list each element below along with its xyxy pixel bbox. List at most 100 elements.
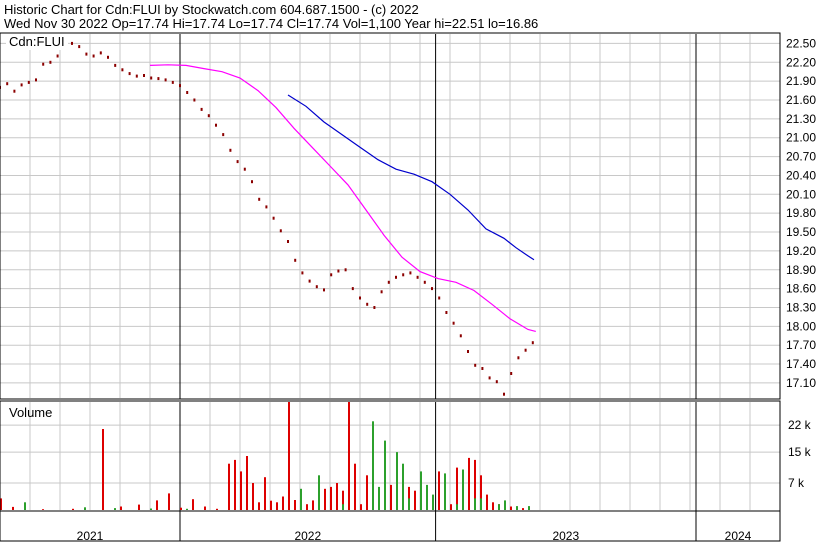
price-point: [207, 114, 210, 118]
price-point: [279, 229, 282, 233]
price-point: [531, 341, 534, 345]
volume-bar: [426, 484, 428, 510]
price-point: [179, 84, 181, 88]
volume-tick-label: 22 k: [788, 418, 812, 432]
price-point: [186, 91, 189, 94]
volume-bar: [246, 456, 248, 510]
price-point: [164, 78, 167, 82]
volume-bar: [456, 504, 458, 510]
price-tick-label: 21.60: [786, 93, 816, 107]
price-point: [222, 133, 225, 137]
price-point: [474, 363, 477, 367]
volume-bar: [528, 506, 530, 510]
volume-bar: [336, 483, 338, 510]
price-point: [294, 258, 297, 262]
volume-bar: [420, 471, 422, 510]
price-point: [99, 51, 102, 55]
price-point: [452, 321, 455, 325]
price-point: [366, 302, 369, 306]
volume-tick-label: 7 k: [788, 476, 805, 490]
price-point: [337, 269, 340, 273]
price-point: [459, 334, 462, 338]
price-point: [85, 52, 88, 56]
volume-bar: [462, 469, 464, 510]
volume-bar: [360, 504, 362, 510]
price-tick-label: 20.10: [786, 187, 816, 201]
chart-header-line1: Historic Chart for Cdn:FLUI by Stockwatc…: [4, 2, 419, 17]
volume-bar: [450, 504, 452, 510]
volume-bar: [114, 508, 116, 510]
price-point: [20, 83, 23, 87]
price-point: [402, 273, 405, 277]
volume-bar: [168, 493, 170, 510]
price-point: [495, 380, 498, 384]
volume-bar: [186, 508, 188, 510]
price-point: [143, 74, 145, 77]
price-point: [272, 216, 275, 220]
volume-bar: [276, 502, 278, 510]
chart-header-line2: Wed Nov 30 2022 Op=17.74 Hi=17.74 Lo=17.…: [4, 16, 538, 31]
volume-bar: [312, 500, 314, 510]
price-point: [265, 205, 268, 209]
price-tick-label: 19.80: [786, 206, 816, 220]
year-label: 2022: [294, 529, 321, 543]
volume-panel-label: Volume: [9, 405, 52, 420]
volume-bar: [354, 463, 356, 510]
price-point: [351, 287, 354, 291]
volume-bar: [150, 508, 152, 510]
volume-bar: [282, 496, 284, 510]
price-tick-label: 17.10: [786, 376, 816, 390]
price-point: [517, 356, 520, 360]
volume-bar: [372, 421, 374, 510]
volume-bar: [330, 486, 332, 510]
price-point: [330, 273, 333, 277]
volume-bar: [120, 506, 122, 510]
stock-chart: Historic Chart for Cdn:FLUI by Stockwatc…: [0, 0, 830, 543]
volume-bar: [384, 440, 386, 510]
volume-bar: [444, 473, 446, 510]
price-point: [323, 288, 325, 292]
price-point: [481, 367, 484, 370]
price-tick-label: 20.70: [786, 150, 816, 164]
volume-bar: [474, 498, 476, 510]
volume-bar: [84, 507, 86, 510]
price-point: [42, 62, 45, 66]
volume-bar: [504, 500, 506, 510]
price-tick-label: 22.20: [786, 55, 816, 69]
price-point: [193, 98, 196, 102]
price-tick-label: 21.90: [786, 74, 816, 88]
price-point: [107, 55, 109, 59]
price-point: [409, 271, 412, 275]
volume-bar: [390, 484, 392, 510]
volume-bar: [204, 506, 206, 510]
price-point: [229, 148, 232, 152]
volume-bar: [258, 502, 260, 510]
price-tick-label: 17.70: [786, 338, 816, 352]
volume-bar: [138, 504, 140, 510]
volume-bar: [12, 506, 14, 510]
volume-bar: [318, 475, 320, 510]
price-point: [200, 107, 203, 111]
volume-bar: [288, 402, 290, 510]
price-point: [56, 54, 59, 58]
price-tick-label: 21.00: [786, 131, 816, 145]
volume-bar: [252, 483, 254, 510]
volume-bar: [396, 452, 398, 510]
price-point: [121, 68, 124, 72]
volume-bar: [510, 506, 512, 510]
price-point: [13, 89, 16, 93]
price-point: [301, 271, 304, 275]
price-panel-label: Cdn:FLUI: [9, 34, 65, 49]
price-point: [49, 60, 52, 64]
price-point: [431, 287, 433, 291]
volume-bar: [486, 494, 488, 510]
volume-bar: [516, 506, 518, 510]
volume-bar: [480, 498, 482, 510]
volume-bar: [300, 488, 302, 510]
price-point: [71, 41, 73, 45]
price-tick-label: 18.60: [786, 282, 816, 296]
year-label: 2023: [552, 529, 579, 543]
volume-tick-label: 15 k: [788, 445, 812, 459]
price-point: [6, 82, 9, 86]
price-tick-label: 18.00: [786, 319, 816, 333]
